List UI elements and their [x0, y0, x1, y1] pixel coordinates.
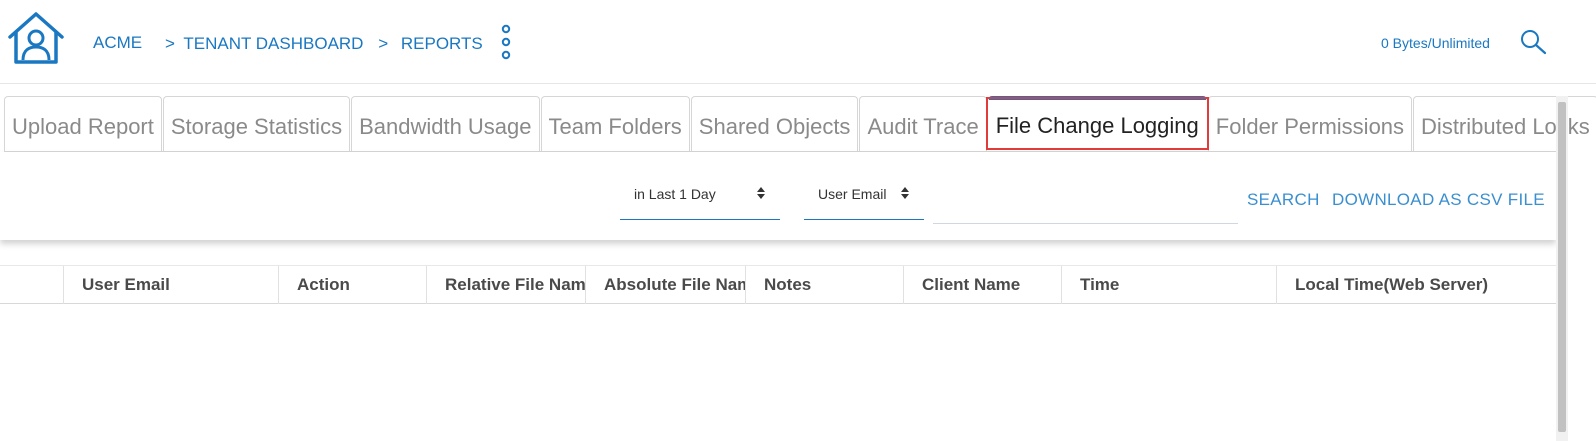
breadcrumb-tenant-dashboard[interactable]: TENANT DASHBOARD — [183, 34, 363, 53]
search-query-input[interactable] — [933, 182, 1238, 224]
time-range-value: in Last 1 Day — [634, 186, 716, 202]
tab-team-folders[interactable]: Team Folders — [540, 96, 690, 152]
filter-panel: in Last 1 Day User Email SEARCH DOWNLOAD… — [0, 152, 1556, 240]
tab-file-change-logging[interactable]: File Change Logging — [985, 96, 1209, 152]
scrollbar-thumb[interactable] — [1558, 102, 1566, 432]
tab-shared-objects[interactable]: Shared Objects — [690, 96, 859, 152]
tab-upload-report[interactable]: Upload Report — [4, 96, 162, 152]
column-header-action[interactable]: Action — [278, 266, 426, 304]
brand-link[interactable]: ACME — [93, 33, 142, 53]
tab-audit-trace[interactable]: Audit Trace — [859, 96, 987, 152]
vertical-dots-icon[interactable] — [499, 24, 513, 60]
sort-arrows-icon — [757, 187, 765, 199]
column-header-select[interactable] — [0, 266, 63, 304]
report-tabs: Upload Report Storage Statistics Bandwid… — [4, 96, 1596, 152]
download-csv-button[interactable]: DOWNLOAD AS CSV FILE — [1332, 190, 1545, 210]
storage-usage: 0 Bytes/Unlimited — [1381, 35, 1490, 51]
search-icon[interactable] — [1518, 28, 1548, 56]
column-header-time[interactable]: Time — [1061, 266, 1276, 304]
table-header: User Email Action Relative File Name Abs… — [0, 265, 1556, 304]
top-bar: ACME > TENANT DASHBOARD > REPORTS 0 Byte… — [0, 0, 1596, 84]
home-user-icon[interactable] — [6, 10, 66, 66]
vertical-scrollbar[interactable] — [1556, 96, 1568, 441]
breadcrumb-separator: > — [165, 34, 175, 53]
tab-bandwidth-usage[interactable]: Bandwidth Usage — [351, 96, 540, 152]
tab-distributed-locks[interactable]: Distributed Locks — [1413, 96, 1596, 152]
breadcrumb-reports[interactable]: REPORTS — [401, 34, 483, 53]
column-header-relative-file-name[interactable]: Relative File Name — [426, 266, 585, 304]
column-header-client-name[interactable]: Client Name — [903, 266, 1061, 304]
column-header-local-time[interactable]: Local Time(Web Server) — [1276, 266, 1556, 304]
tab-storage-statistics[interactable]: Storage Statistics — [162, 96, 351, 152]
search-field-value: User Email — [818, 186, 887, 202]
column-header-absolute-file-name[interactable]: Absolute File Name — [585, 266, 745, 304]
column-header-user-email[interactable]: User Email — [63, 266, 278, 304]
search-field-select[interactable]: User Email — [804, 176, 924, 220]
column-header-notes[interactable]: Notes — [745, 266, 903, 304]
time-range-select[interactable]: in Last 1 Day — [620, 176, 780, 220]
breadcrumb: > TENANT DASHBOARD > REPORTS — [165, 34, 487, 54]
breadcrumb-separator: > — [378, 34, 389, 53]
tab-folder-permissions[interactable]: Folder Permissions — [1207, 96, 1413, 152]
search-button[interactable]: SEARCH — [1247, 190, 1320, 210]
table-body — [0, 304, 1556, 441]
sort-arrows-icon — [901, 187, 909, 199]
